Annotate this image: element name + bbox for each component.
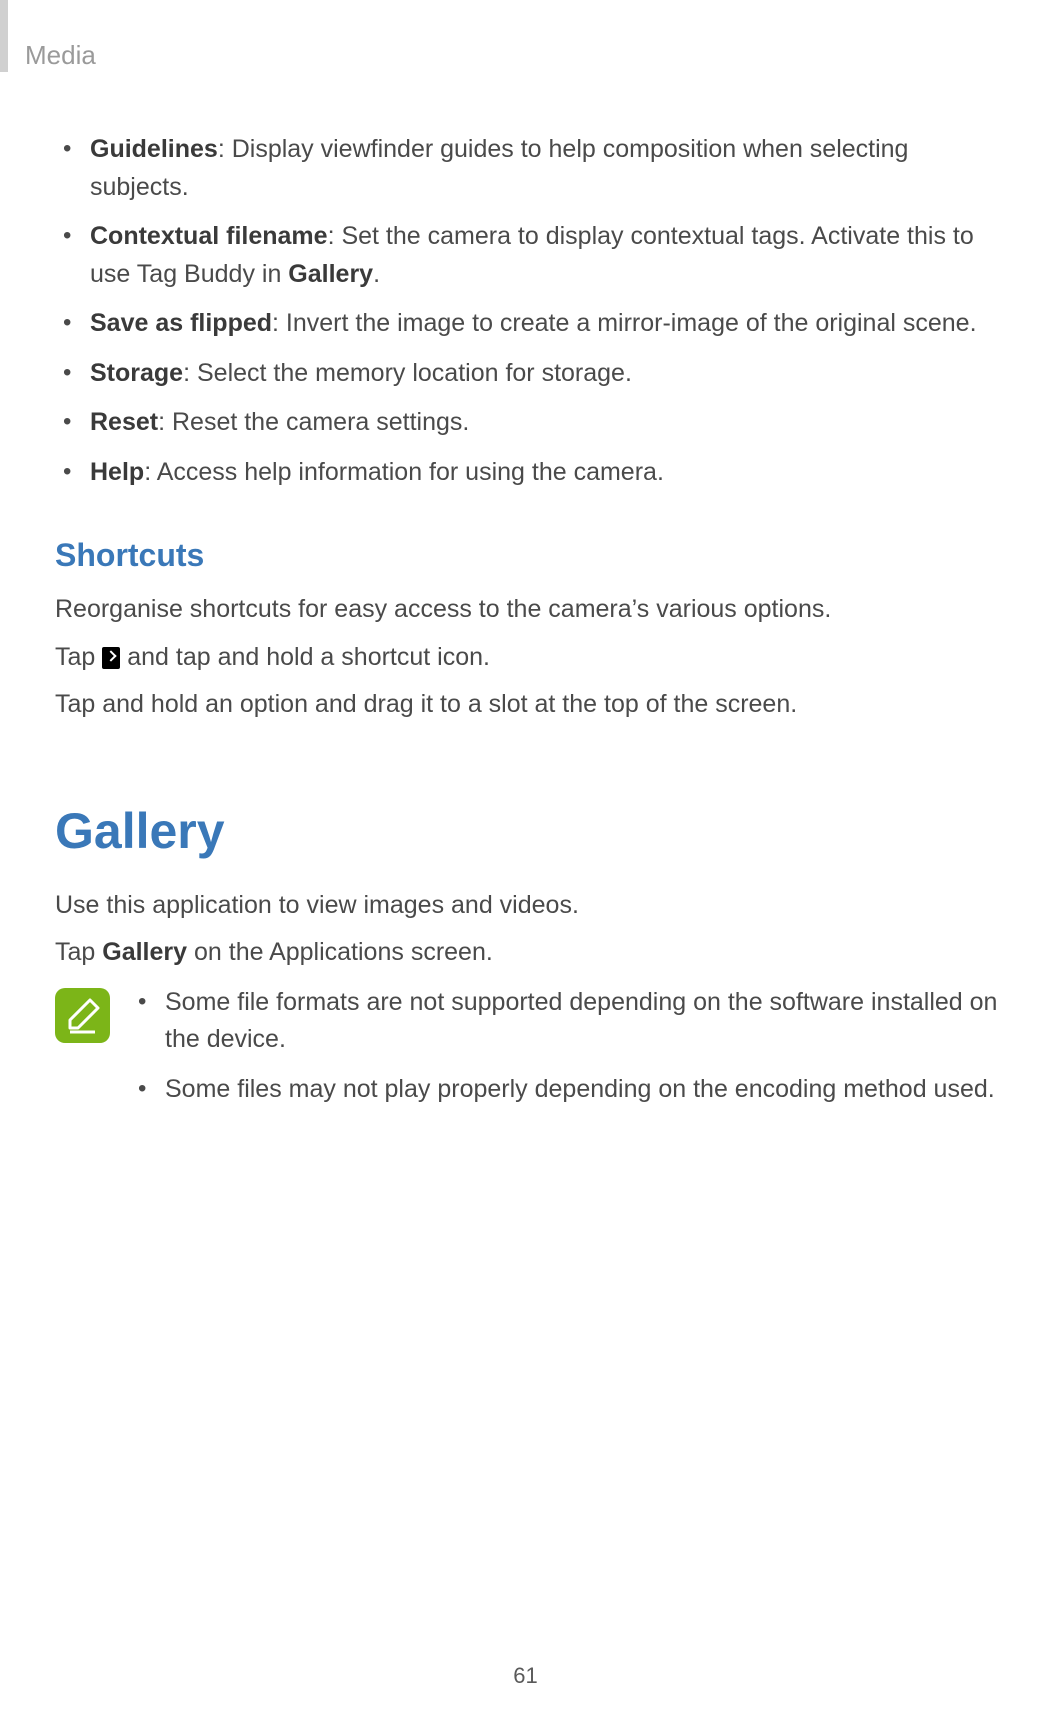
setting-term: Contextual filename (90, 222, 328, 250)
setting-term: Help (90, 458, 144, 486)
page-number: 61 (0, 1663, 1051, 1689)
setting-desc: : Access help information for using the … (144, 458, 664, 486)
list-item: Contextual filename: Set the camera to d… (55, 218, 1011, 293)
body-text: Tap Gallery on the Applications screen. (55, 934, 1011, 972)
text-fragment: on the Applications screen. (187, 938, 493, 966)
note-text: Some file formats are not supported depe… (165, 988, 997, 1054)
inline-bold: Gallery (288, 260, 373, 288)
body-text: Tap and tap and hold a shortcut icon. (55, 639, 1011, 677)
setting-desc: : Reset the camera settings. (158, 408, 469, 436)
settings-arrow-icon (102, 647, 120, 669)
setting-term: Guidelines (90, 135, 218, 163)
setting-term: Storage (90, 359, 183, 387)
settings-bullet-list: Guidelines: Display viewfinder guides to… (55, 131, 1011, 491)
note-text: Some files may not play properly dependi… (165, 1075, 995, 1103)
subheading-shortcuts: Shortcuts (55, 531, 1011, 579)
body-text: Reorganise shortcuts for easy access to … (55, 591, 1011, 629)
setting-desc: : Select the memory location for storage… (183, 359, 632, 387)
list-item: Reset: Reset the camera settings. (55, 404, 1011, 442)
inline-bold: Gallery (102, 938, 187, 966)
note-pencil-icon (55, 988, 110, 1043)
text-fragment: and tap and hold a shortcut icon. (120, 643, 490, 671)
list-item: Help: Access help information for using … (55, 454, 1011, 492)
list-item: Guidelines: Display viewfinder guides to… (55, 131, 1011, 206)
body-text: Use this application to view images and … (55, 887, 1011, 925)
list-item: Some files may not play properly dependi… (130, 1071, 1011, 1109)
running-header: Media (25, 40, 1011, 71)
heading-gallery: Gallery (55, 794, 1011, 869)
setting-desc: : Invert the image to create a mirror-im… (272, 309, 977, 337)
text-fragment: Tap (55, 643, 102, 671)
list-item: Storage: Select the memory location for … (55, 355, 1011, 393)
setting-term: Reset (90, 408, 158, 436)
manual-page: Media Guidelines: Display viewfinder gui… (0, 0, 1051, 1719)
setting-desc-tail: . (373, 260, 380, 288)
setting-term: Save as flipped (90, 309, 272, 337)
text-fragment: Tap (55, 938, 102, 966)
body-text: Tap and hold an option and drag it to a … (55, 686, 1011, 724)
note-bullet-list: Some file formats are not supported depe… (130, 984, 1011, 1121)
note-block: Some file formats are not supported depe… (55, 984, 1011, 1121)
section-tab (0, 0, 8, 72)
list-item: Save as flipped: Invert the image to cre… (55, 305, 1011, 343)
list-item: Some file formats are not supported depe… (130, 984, 1011, 1059)
page-content: Guidelines: Display viewfinder guides to… (55, 131, 1011, 1120)
